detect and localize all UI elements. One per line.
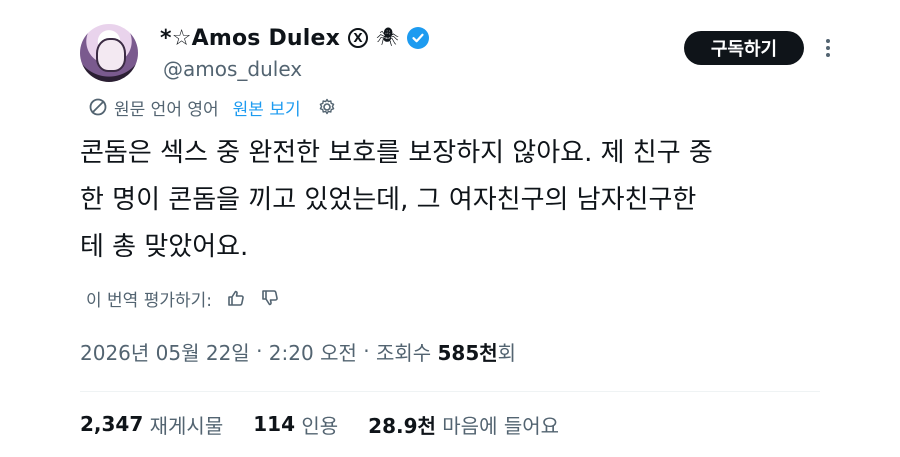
likes-count: 28.9천 — [368, 413, 436, 438]
divider — [80, 391, 820, 392]
tweet-meta: 2026년 05월 22일 · 2:20 오전 · 조회수 585천 회 — [80, 337, 516, 365]
show-original-link[interactable]: 원본 보기 — [233, 95, 301, 120]
checkmark-icon — [412, 33, 424, 43]
thumbs-up-svg — [228, 290, 244, 306]
translation-note: 원문 언어 영어 — [114, 99, 219, 120]
author-handle[interactable]: @amos_dulex — [163, 57, 302, 81]
thumbs-up-icon[interactable] — [226, 288, 246, 308]
quotes-label: 인용 — [294, 413, 339, 438]
views-count: 585천 — [437, 340, 498, 365]
spider-icon: 🕷 — [376, 27, 399, 48]
dot — [826, 46, 830, 50]
views-suffix: 회 — [497, 340, 517, 365]
quotes-count: 114 — [253, 412, 295, 436]
likes-label: 마음에 들어요 — [435, 413, 560, 438]
rate-translation-row: 이 번역 평가하기: — [86, 286, 280, 311]
reposts-label: 재게시물 — [143, 413, 224, 438]
reposts-count: 2,347 — [80, 412, 144, 436]
verified-badge-icon[interactable] — [406, 27, 429, 49]
meta-separator: · — [249, 339, 269, 363]
meta-separator: · — [356, 339, 376, 363]
subscribe-button[interactable]: 구독하기 — [684, 31, 804, 65]
translate-icon — [89, 98, 107, 116]
dot — [826, 53, 830, 57]
tweet-text: 콘돔은 섹스 중 완전한 보호를 보장하지 않아요. 제 친구 중 한 명이 콘… — [80, 138, 713, 262]
tweet-date[interactable]: 2026년 05월 22일 — [80, 337, 250, 366]
engagement-stats: 2,347 재게시물 114 인용 28.9천 마음에 들어요 — [80, 410, 589, 438]
reposts-stat[interactable]: 2,347 재게시물 — [80, 410, 223, 439]
translation-bar: 원문 언어 영어 원본 보기 — [88, 94, 337, 120]
thumbs-down-icon[interactable] — [260, 288, 280, 308]
likes-stat[interactable]: 28.9천 마음에 들어요 — [368, 410, 559, 439]
thumbs-down-svg — [262, 290, 278, 306]
rate-translation-label: 이 번역 평가하기: — [86, 290, 213, 311]
avatar-face — [96, 38, 126, 72]
quotes-stat[interactable]: 114 인용 — [253, 410, 338, 439]
settings-gear-svg — [319, 98, 334, 115]
views-label: 조회수 — [375, 340, 438, 365]
x-circle-icon: X — [348, 28, 369, 48]
gear-icon[interactable] — [317, 97, 337, 117]
tweet-time[interactable]: 2:20 오전 — [269, 337, 357, 366]
author-display-name[interactable]: *☆Amos Dulex — [160, 26, 340, 51]
more-options-icon[interactable] — [818, 37, 838, 59]
author-name-row: *☆Amos Dulex X 🕷 — [160, 24, 429, 52]
avatar[interactable] — [80, 24, 138, 82]
dot — [826, 39, 830, 43]
